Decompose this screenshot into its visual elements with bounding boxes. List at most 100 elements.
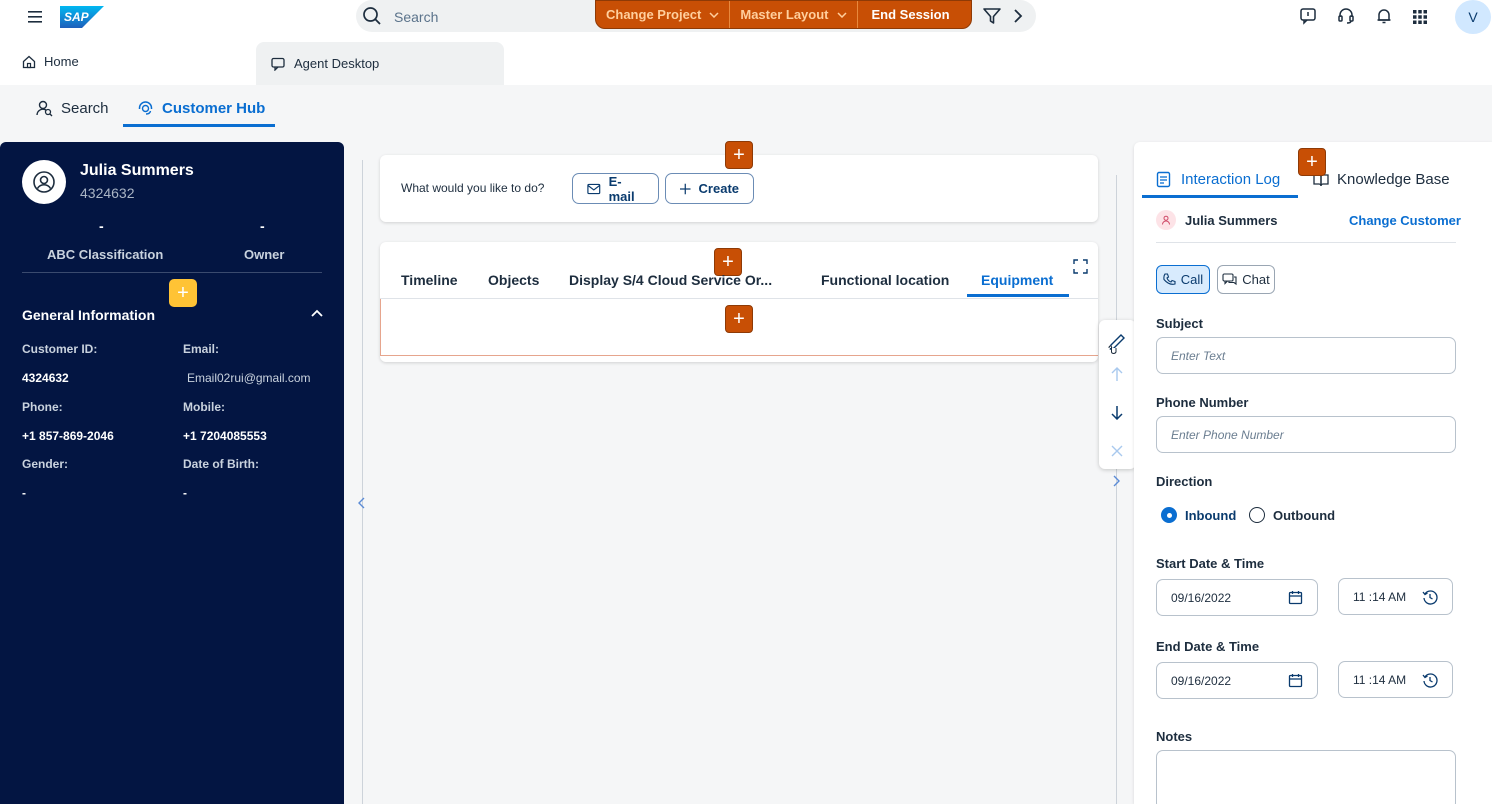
email-value[interactable]: Email02rui@gmail.com: [187, 371, 311, 385]
tab-objects[interactable]: Objects: [488, 272, 539, 288]
dob-value: -: [183, 486, 187, 500]
tab-interaction-log[interactable]: Interaction Log: [1156, 171, 1280, 188]
headset-icon[interactable]: [1337, 7, 1355, 25]
subject-input[interactable]: Enter Text: [1156, 337, 1456, 374]
chevron-down-icon: [836, 11, 847, 18]
session-actions: Change Project Master Layout End Session: [595, 0, 972, 29]
pencil-icon[interactable]: [1108, 330, 1126, 356]
chat-bubble-icon: [271, 57, 285, 71]
filter-icon[interactable]: [982, 7, 1002, 25]
arrow-up-icon[interactable]: [1111, 367, 1123, 382]
collapse-right-icon[interactable]: [1111, 475, 1121, 487]
app-grid-icon[interactable]: [1413, 10, 1427, 24]
radio-unselected: [1249, 507, 1265, 523]
call-button[interactable]: Call: [1156, 265, 1210, 294]
tab-timeline[interactable]: Timeline: [401, 272, 458, 288]
add-above-button[interactable]: +: [725, 141, 753, 169]
mail-icon: [587, 183, 601, 194]
tab-display-s4-cloud[interactable]: Display S/4 Cloud Service Or...: [569, 272, 772, 288]
change-customer-link[interactable]: Change Customer: [1349, 213, 1461, 228]
tab-home[interactable]: Home: [22, 54, 79, 69]
dob-label: Date of Birth:: [183, 457, 259, 471]
tab-equipment[interactable]: Equipment: [981, 272, 1053, 288]
subject-placeholder: Enter Text: [1171, 348, 1226, 363]
customer-id: 4324632: [80, 185, 135, 201]
end-session-button[interactable]: End Session: [858, 1, 960, 28]
add-content-button[interactable]: +: [725, 305, 753, 333]
phone-icon: [1163, 273, 1176, 285]
end-session-label: End Session: [871, 7, 950, 22]
tab-knowledge-base[interactable]: Knowledge Base: [1313, 171, 1450, 188]
change-project-button[interactable]: Change Project: [596, 1, 731, 28]
phone-label: Phone:: [22, 400, 63, 414]
arrow-down-icon[interactable]: [1111, 405, 1123, 420]
direction-label: Direction: [1156, 474, 1213, 489]
menu-icon[interactable]: [24, 8, 46, 26]
chat-button[interactable]: Chat: [1217, 265, 1275, 294]
tab-agent-desktop[interactable]: Agent Desktop: [256, 42, 504, 85]
time-history-icon[interactable]: [1422, 672, 1438, 688]
start-time-input[interactable]: 11 :14 AM: [1338, 578, 1453, 615]
email-button[interactable]: E-mail: [572, 173, 659, 204]
chevron-right-icon[interactable]: [1013, 9, 1023, 23]
general-information-title: General Information: [22, 307, 156, 323]
owner-label: Owner: [244, 247, 285, 262]
start-time-value: 11 :14 AM: [1353, 589, 1407, 604]
feedback-icon[interactable]: [1299, 7, 1317, 25]
search-icon: [362, 6, 382, 26]
notes-label: Notes: [1156, 729, 1193, 744]
sap-logo[interactable]: SAP: [60, 6, 104, 28]
notes-textarea[interactable]: [1156, 750, 1456, 804]
create-button[interactable]: Create: [665, 173, 754, 204]
left-splitter[interactable]: [362, 160, 363, 804]
customer-name: Julia Summers: [80, 162, 194, 179]
call-button-label: Call: [1180, 272, 1204, 287]
phone-number-input[interactable]: Enter Phone Number: [1156, 416, 1456, 453]
direction-inbound-radio[interactable]: Inbound: [1161, 507, 1236, 523]
subtab-search[interactable]: Search: [36, 100, 109, 117]
end-date-value: 09/16/2022: [1171, 673, 1232, 688]
collapse-left-icon[interactable]: [357, 497, 367, 509]
bell-icon[interactable]: [1375, 7, 1393, 25]
customer-id-label: Customer ID:: [22, 342, 98, 356]
end-time-input[interactable]: 11 :14 AM: [1338, 661, 1453, 698]
tab-agent-desktop-label: Agent Desktop: [294, 56, 380, 71]
subject-label: Subject: [1156, 316, 1203, 331]
chat-button-label: Chat: [1242, 272, 1270, 287]
active-tab-indicator: [967, 294, 1069, 297]
tab-knowledge-base-label: Knowledge Base: [1337, 171, 1450, 188]
user-avatar[interactable]: V: [1455, 0, 1491, 34]
start-date-input[interactable]: 09/16/2022: [1156, 579, 1318, 616]
calendar-icon[interactable]: [1288, 673, 1303, 688]
active-tab-indicator: [1142, 195, 1298, 198]
search-placeholder[interactable]: Search: [394, 9, 438, 25]
time-history-icon[interactable]: [1422, 589, 1438, 605]
headset-icon: [138, 101, 153, 115]
plus-icon: [680, 183, 691, 194]
close-icon[interactable]: [1111, 445, 1123, 457]
add-section-button[interactable]: +: [169, 279, 197, 307]
change-project-label: Change Project: [606, 7, 702, 22]
radio-selected: [1161, 507, 1177, 523]
interaction-customer: Julia Summers: [1156, 210, 1278, 230]
gender-label: Gender:: [22, 457, 69, 471]
fullscreen-icon[interactable]: [1073, 259, 1088, 274]
subtab-customer-hub[interactable]: Customer Hub: [137, 100, 265, 117]
master-layout-button[interactable]: Master Layout: [730, 1, 858, 28]
end-date-input[interactable]: 09/16/2022: [1156, 662, 1318, 699]
right-splitter[interactable]: [1116, 175, 1117, 804]
email-button-label: E-mail: [608, 173, 635, 204]
end-datetime-label: End Date & Time: [1156, 639, 1260, 654]
chevron-down-icon: [709, 11, 719, 18]
phone-value: +1 857-869-2046: [22, 429, 114, 443]
direction-outbound-radio[interactable]: Outbound: [1249, 507, 1335, 523]
subtab-search-label: Search: [61, 100, 109, 117]
chevron-up-icon[interactable]: [311, 309, 323, 317]
add-right-tab-button[interactable]: +: [1298, 148, 1326, 176]
customer-avatar: [22, 160, 66, 204]
gender-value: -: [22, 486, 26, 500]
mobile-label: Mobile:: [183, 400, 225, 414]
svg-text:SAP: SAP: [64, 10, 90, 24]
tab-functional-location[interactable]: Functional location: [821, 272, 949, 288]
calendar-icon[interactable]: [1288, 590, 1303, 605]
